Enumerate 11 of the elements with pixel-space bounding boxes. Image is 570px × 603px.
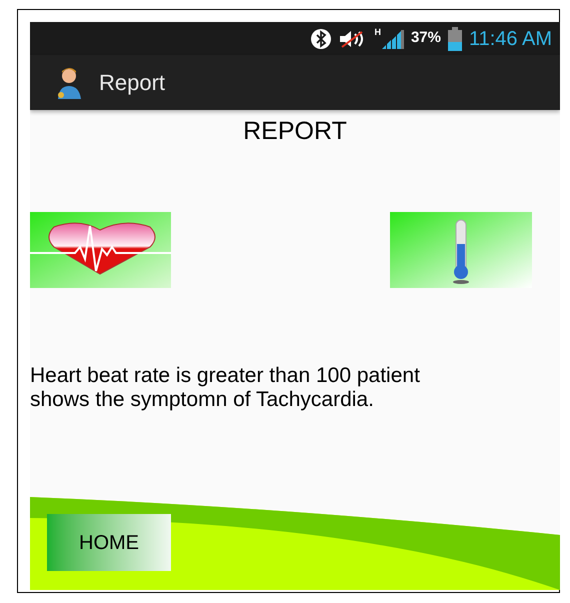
battery-icon [446,26,463,50]
signal-icon [380,28,405,50]
thermometer-icon [390,212,532,288]
home-button[interactable]: HOME [47,514,171,571]
clock-time: 11:46 AM [468,26,552,52]
diagnosis-message: Heart beat rate is greater than 100 patient shows the symptomn of Tachycardia. [30,364,421,412]
battery-percent: 37% [410,28,441,48]
bluetooth-icon [310,28,332,50]
network-type-label: H [374,28,381,36]
report-heading: REPORT [242,116,348,146]
app-title: Report [99,69,166,97]
